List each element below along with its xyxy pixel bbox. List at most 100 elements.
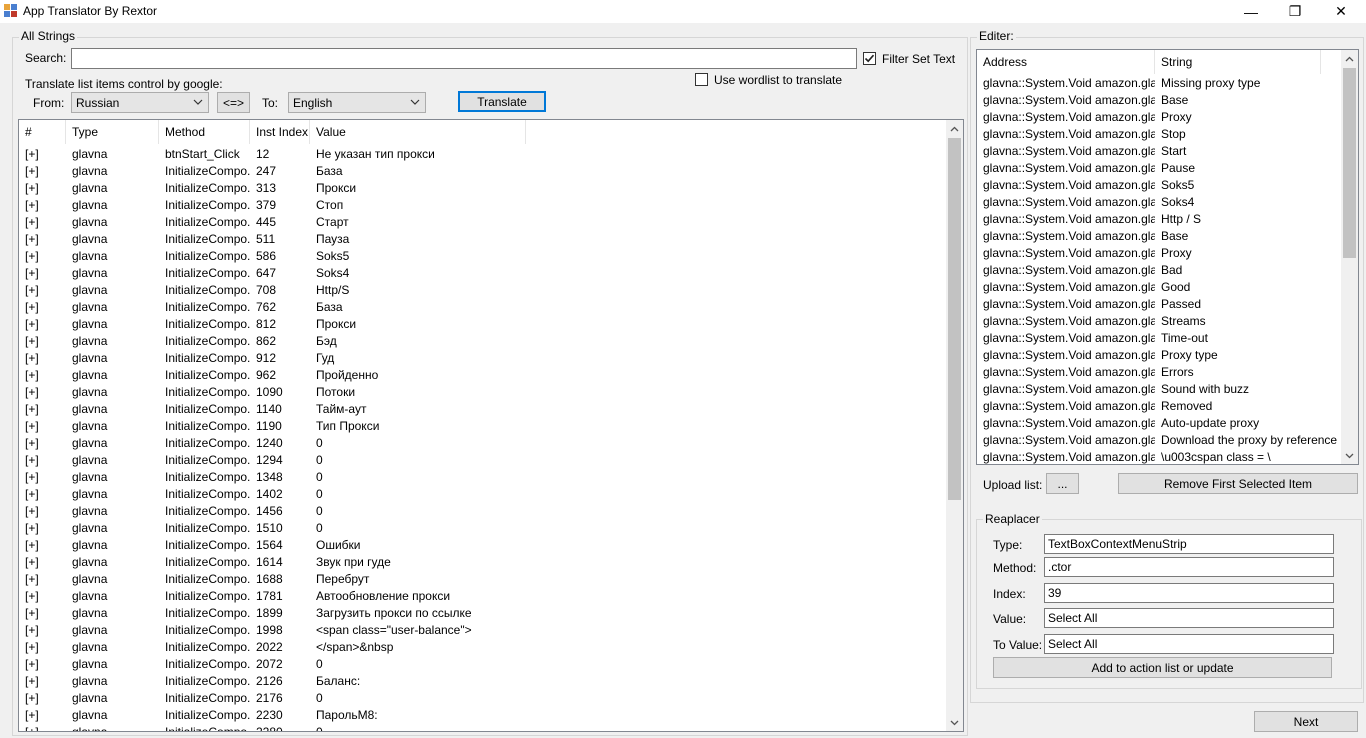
table-row[interactable]: [+] glavna InitializeCompo... 445 Старт (19, 214, 947, 231)
table-row[interactable]: [+] glavna InitializeCompo... 812 Прокси (19, 316, 947, 333)
row-toggle[interactable]: [+] (19, 146, 66, 163)
next-button[interactable]: Next (1254, 711, 1358, 732)
list-item[interactable]: glavna::System.Void amazon.glav... Stream… (977, 313, 1341, 330)
upload-list-button[interactable]: ... (1046, 473, 1079, 494)
table-row[interactable]: [+] glavna InitializeCompo... 1294 0 (19, 452, 947, 469)
table-row[interactable]: [+] glavna InitializeCompo... 1348 0 (19, 469, 947, 486)
scroll-thumb[interactable] (1343, 68, 1356, 258)
search-input[interactable] (71, 48, 857, 69)
row-toggle[interactable]: [+] (19, 673, 66, 690)
row-toggle[interactable]: [+] (19, 299, 66, 316)
row-toggle[interactable]: [+] (19, 622, 66, 639)
row-toggle[interactable]: [+] (19, 316, 66, 333)
scroll-up-icon[interactable] (946, 120, 963, 137)
table-row[interactable]: [+] glavna InitializeCompo... 511 Пауза (19, 231, 947, 248)
table-row[interactable]: [+] glavna InitializeCompo... 1614 Звук при … (19, 554, 947, 571)
list-item[interactable]: glavna::System.Void amazon.glav... Missin… (977, 75, 1341, 92)
list-item[interactable]: glavna::System.Void amazon.glav... \u003c… (977, 449, 1341, 464)
table-row[interactable]: [+] glavna InitializeCompo... 2072 0 (19, 656, 947, 673)
table-row[interactable]: [+] glavna InitializeCompo... 2230 ПарольM8: (19, 707, 947, 724)
type-input[interactable] (1044, 534, 1334, 554)
list-item[interactable]: glavna::System.Void amazon.glav... Time-o… (977, 330, 1341, 347)
row-toggle[interactable]: [+] (19, 163, 66, 180)
row-toggle[interactable]: [+] (19, 180, 66, 197)
row-toggle[interactable]: [+] (19, 571, 66, 588)
row-toggle[interactable]: [+] (19, 248, 66, 265)
column-header-value[interactable]: Value (310, 120, 526, 144)
row-toggle[interactable]: [+] (19, 367, 66, 384)
row-toggle[interactable]: [+] (19, 197, 66, 214)
list-item[interactable]: glavna::System.Void amazon.glav... Pause (977, 160, 1341, 177)
close-button[interactable]: ✕ (1318, 0, 1364, 23)
to-value-input[interactable] (1044, 634, 1334, 654)
list-item[interactable]: glavna::System.Void amazon.glav... Proxy (977, 109, 1341, 126)
row-toggle[interactable]: [+] (19, 452, 66, 469)
table-row[interactable]: [+] glavna InitializeCompo... 2022 </span>&n… (19, 639, 947, 656)
row-toggle[interactable]: [+] (19, 639, 66, 656)
table-row[interactable]: [+] glavna InitializeCompo... 862 Бэд (19, 333, 947, 350)
row-toggle[interactable]: [+] (19, 588, 66, 605)
editer-list-scrollbar[interactable] (1341, 50, 1358, 464)
row-toggle[interactable]: [+] (19, 282, 66, 299)
row-toggle[interactable]: [+] (19, 350, 66, 367)
method-input[interactable] (1044, 557, 1334, 577)
strings-list[interactable]: # Type Method Inst Index Value [+] glavna… (18, 119, 964, 732)
row-toggle[interactable]: [+] (19, 554, 66, 571)
table-row[interactable]: [+] glavna btnStart_Click 12 Не указан тип п… (19, 146, 947, 163)
table-row[interactable]: [+] glavna InitializeCompo... 1190 Тип Прокс… (19, 418, 947, 435)
table-row[interactable]: [+] glavna InitializeCompo... 1510 0 (19, 520, 947, 537)
table-row[interactable]: [+] glavna InitializeCompo... 247 База (19, 163, 947, 180)
table-row[interactable]: [+] glavna InitializeCompo... 1456 0 (19, 503, 947, 520)
translate-button[interactable]: Translate (458, 91, 546, 112)
editer-list[interactable]: Address String glavna::System.Void amazo… (976, 49, 1359, 465)
column-header-inst-index[interactable]: Inst Index (250, 120, 310, 144)
row-toggle[interactable]: [+] (19, 384, 66, 401)
table-row[interactable]: [+] glavna InitializeCompo... 379 Стоп (19, 197, 947, 214)
table-row[interactable]: [+] glavna InitializeCompo... 1899 Загрузить… (19, 605, 947, 622)
table-row[interactable]: [+] glavna InitializeCompo... 2126 Баланс: (19, 673, 947, 690)
row-toggle[interactable]: [+] (19, 707, 66, 724)
list-item[interactable]: glavna::System.Void amazon.glav... Sound … (977, 381, 1341, 398)
row-toggle[interactable]: [+] (19, 265, 66, 282)
table-row[interactable]: [+] glavna InitializeCompo... 647 Soks4 (19, 265, 947, 282)
table-row[interactable]: [+] glavna InitializeCompo... 1564 Ошибки (19, 537, 947, 554)
swap-languages-button[interactable]: <=> (217, 92, 250, 113)
list-item[interactable]: glavna::System.Void amazon.glav... Start (977, 143, 1341, 160)
table-row[interactable]: [+] glavna InitializeCompo... 762 База (19, 299, 947, 316)
row-toggle[interactable]: [+] (19, 214, 66, 231)
scroll-down-icon[interactable] (946, 714, 963, 731)
list-item[interactable]: glavna::System.Void amazon.glav... Stop (977, 126, 1341, 143)
remove-first-selected-button[interactable]: Remove First Selected Item (1118, 473, 1358, 494)
strings-list-scrollbar[interactable] (946, 120, 963, 731)
list-item[interactable]: glavna::System.Void amazon.glav... Remove… (977, 398, 1341, 415)
filter-set-text-checkbox[interactable] (863, 52, 876, 65)
list-item[interactable]: glavna::System.Void amazon.glav... Base (977, 92, 1341, 109)
to-language-select[interactable]: English (288, 92, 426, 113)
row-toggle[interactable]: [+] (19, 469, 66, 486)
row-toggle[interactable]: [+] (19, 537, 66, 554)
table-row[interactable]: [+] glavna InitializeCompo... 708 Http/S (19, 282, 947, 299)
list-item[interactable]: glavna::System.Void amazon.glav... Soks4 (977, 194, 1341, 211)
row-toggle[interactable]: [+] (19, 401, 66, 418)
column-header-string[interactable]: String (1155, 50, 1321, 74)
column-header-type[interactable]: Type (66, 120, 159, 144)
row-toggle[interactable]: [+] (19, 724, 66, 731)
list-item[interactable]: glavna::System.Void amazon.glav... Soks5 (977, 177, 1341, 194)
use-wordlist-checkbox[interactable] (695, 73, 708, 86)
table-row[interactable]: [+] glavna InitializeCompo... 1140 Тайм-аут (19, 401, 947, 418)
list-item[interactable]: glavna::System.Void amazon.glav... Proxy (977, 245, 1341, 262)
list-item[interactable]: glavna::System.Void amazon.glav... Http /… (977, 211, 1341, 228)
table-row[interactable]: [+] glavna InitializeCompo... 962 Пройденно (19, 367, 947, 384)
row-toggle[interactable]: [+] (19, 690, 66, 707)
index-input[interactable] (1044, 583, 1334, 603)
table-row[interactable]: [+] glavna InitializeCompo... 1402 0 (19, 486, 947, 503)
row-toggle[interactable]: [+] (19, 605, 66, 622)
row-toggle[interactable]: [+] (19, 520, 66, 537)
list-item[interactable]: glavna::System.Void amazon.glav... Good (977, 279, 1341, 296)
from-language-select[interactable]: Russian (71, 92, 209, 113)
list-item[interactable]: glavna::System.Void amazon.glav... Proxy … (977, 347, 1341, 364)
row-toggle[interactable]: [+] (19, 435, 66, 452)
scroll-thumb[interactable] (948, 138, 961, 500)
row-toggle[interactable]: [+] (19, 231, 66, 248)
list-item[interactable]: glavna::System.Void amazon.glav... Bad (977, 262, 1341, 279)
